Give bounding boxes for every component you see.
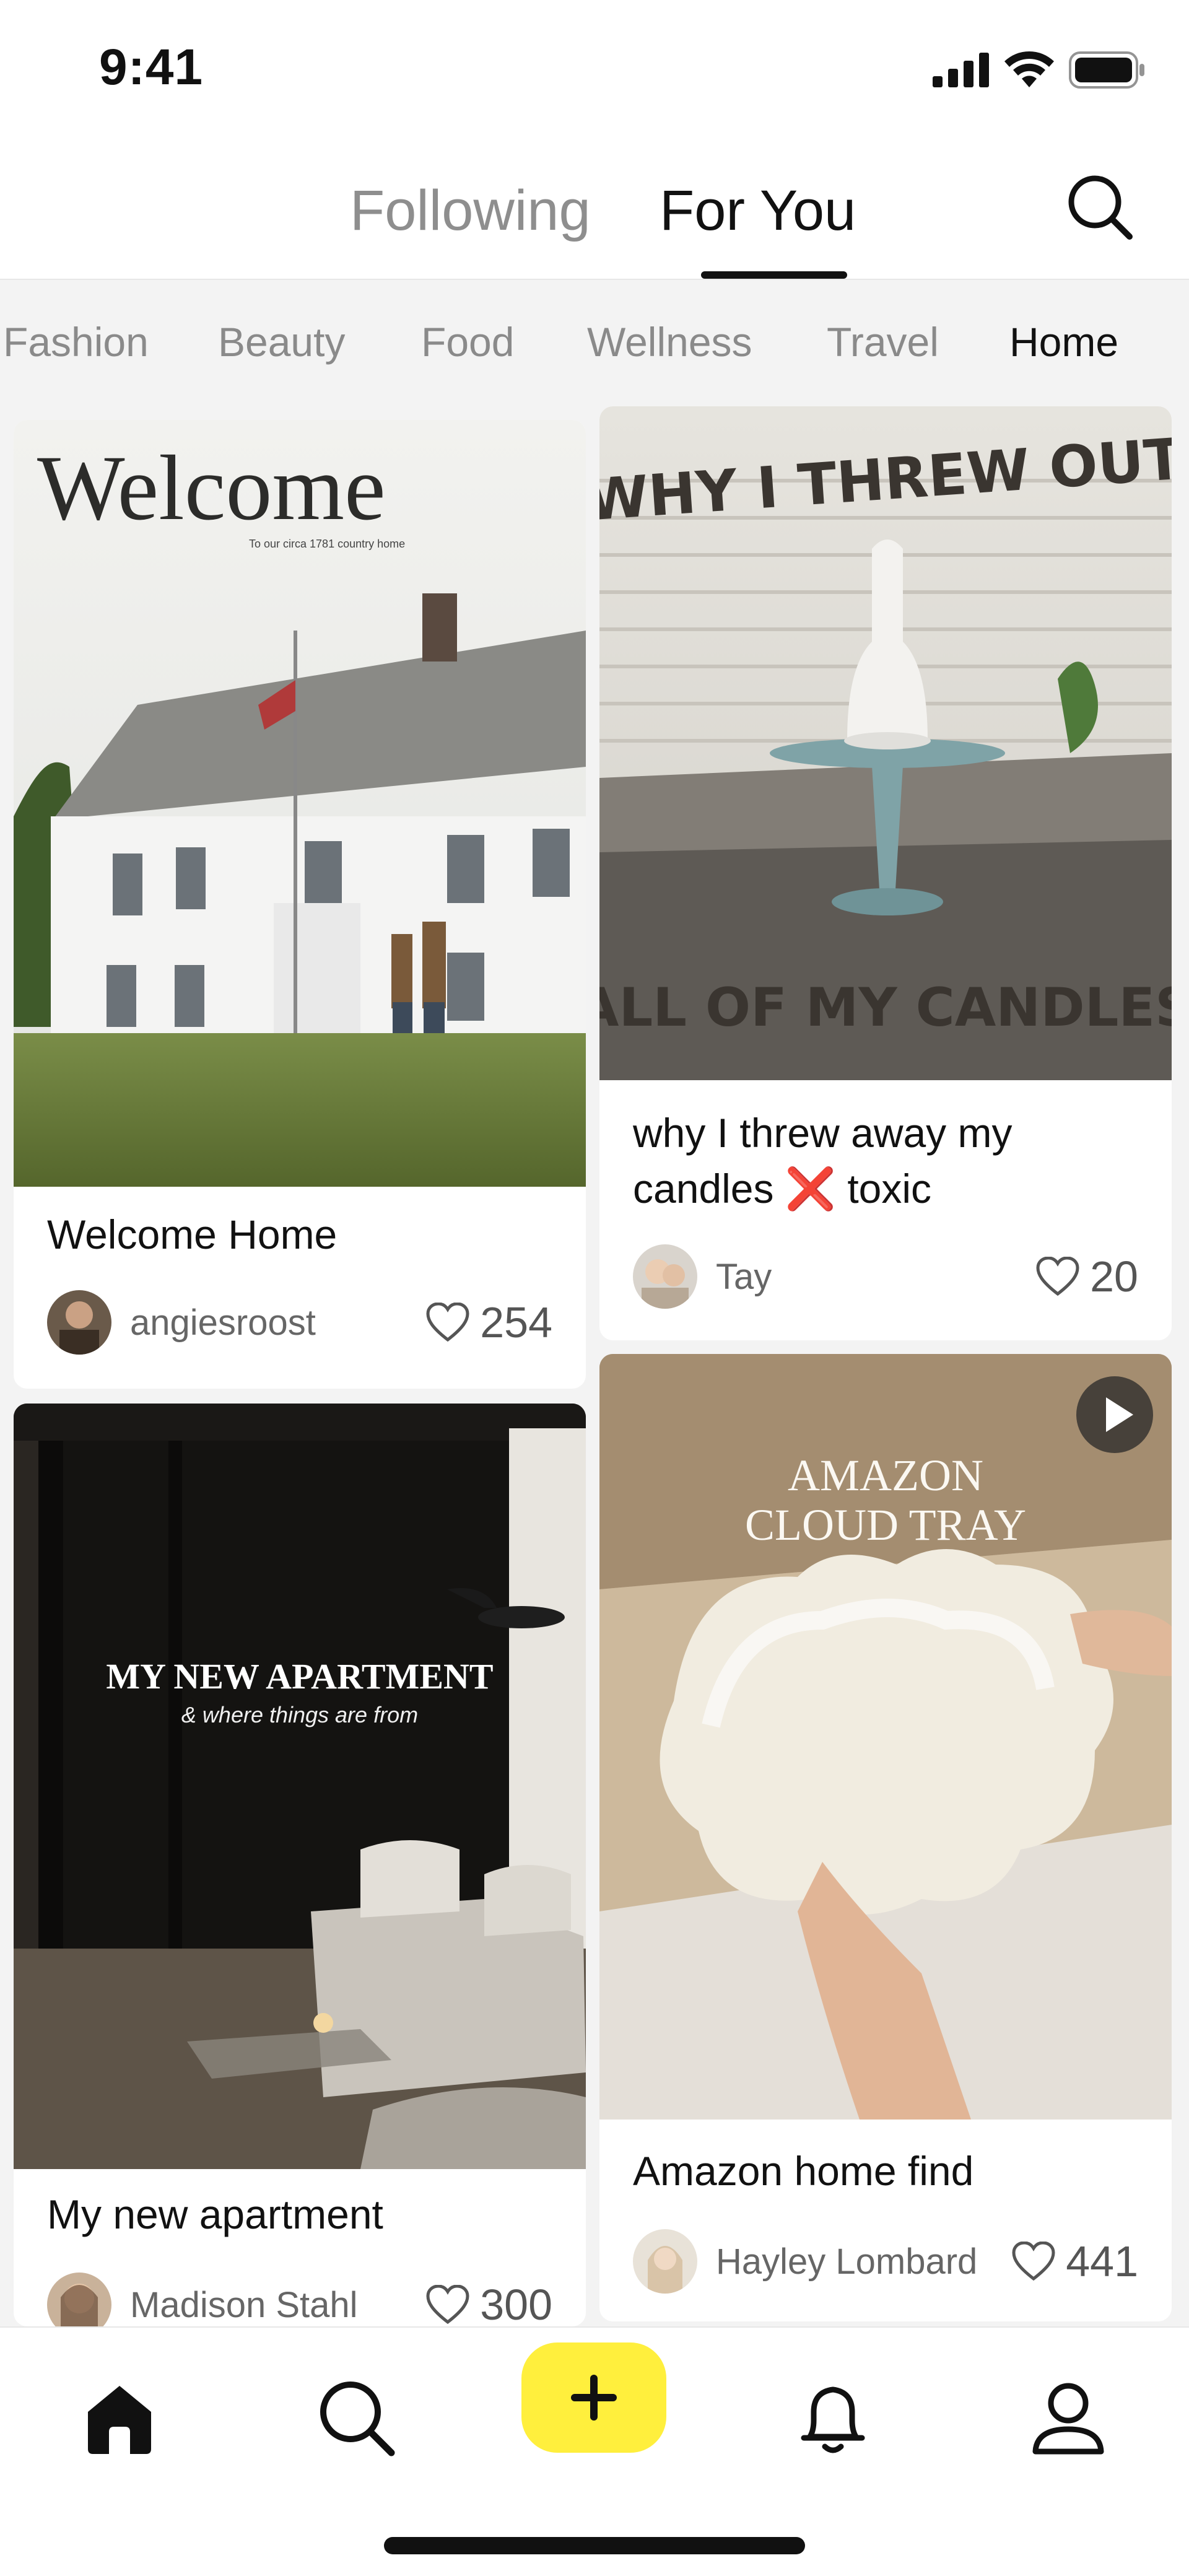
category-beauty[interactable]: Beauty — [218, 318, 345, 365]
profile-icon[interactable] — [1028, 2377, 1108, 2458]
heart-icon — [426, 2285, 469, 2325]
signal-icon — [933, 53, 989, 87]
avatar[interactable] — [633, 2229, 697, 2294]
avatar[interactable] — [633, 1244, 697, 1309]
home-indicator — [384, 2537, 805, 2554]
username[interactable]: angiesroost — [130, 1302, 316, 1343]
status-bar: 9:41 — [0, 0, 1189, 142]
post-image: WHY I THREW OUT ALL OF MY CANDLES — [599, 406, 1172, 1080]
avatar[interactable] — [47, 2273, 111, 2326]
post-meta: Hayley Lombard 441 — [633, 2227, 1138, 2295]
category-wellness[interactable]: Wellness — [587, 318, 752, 365]
post-card[interactable]: MY NEW APARTMENT & where things are from… — [14, 1404, 586, 2326]
like-button[interactable]: 254 — [425, 1298, 552, 1347]
overlay-subtext: To our circa 1781 country home — [249, 538, 405, 550]
post-title: Amazon home find — [633, 2148, 974, 2194]
category-food[interactable]: Food — [421, 318, 514, 365]
avatar[interactable] — [47, 1290, 111, 1355]
play-icon — [1106, 1397, 1133, 1432]
post-title: My new apartment — [47, 2191, 383, 2237]
overlay-text-line1: AMAZON — [788, 1451, 983, 1500]
category-travel[interactable]: Travel — [827, 318, 939, 365]
overlay-subtext: & where things are from — [181, 1702, 418, 1727]
overlay-text: MY NEW APARTMENT — [106, 1656, 493, 1696]
category-fashion[interactable]: Fashion — [3, 318, 149, 365]
post-meta: Madison Stahl 300 — [47, 2271, 552, 2326]
heart-icon — [426, 1303, 469, 1342]
like-count: 20 — [1090, 1252, 1138, 1301]
post-meta: Tay 20 — [633, 1242, 1138, 1311]
active-tab-indicator — [701, 271, 847, 279]
post-card[interactable]: WHY I THREW OUT ALL OF MY CANDLES why I … — [599, 406, 1172, 1340]
like-count: 254 — [480, 1298, 552, 1347]
plus-icon — [571, 2375, 617, 2421]
battery-icon — [1069, 51, 1144, 89]
heart-icon — [1012, 2242, 1055, 2281]
bell-icon[interactable] — [793, 2377, 873, 2458]
wifi-icon — [1004, 51, 1054, 87]
post-card[interactable]: AMAZON CLOUD TRAY Amazon home find Hayle… — [599, 1354, 1172, 2321]
post-image: AMAZON CLOUD TRAY — [599, 1354, 1172, 2120]
video-play-button[interactable] — [1076, 1376, 1153, 1453]
username[interactable]: Hayley Lombard — [716, 2241, 977, 2282]
bottom-navigation — [0, 2326, 1189, 2576]
like-button[interactable]: 300 — [425, 2280, 552, 2326]
like-button[interactable]: 20 — [1035, 1252, 1138, 1301]
username[interactable]: Tay — [716, 1256, 772, 1298]
like-count: 300 — [480, 2281, 552, 2326]
home-icon[interactable] — [79, 2377, 160, 2458]
post-meta: angiesroost 254 — [47, 1288, 552, 1356]
post-image: MY NEW APARTMENT & where things are from — [14, 1404, 586, 2169]
overlay-text: Welcome — [37, 437, 386, 539]
like-button[interactable]: 441 — [1011, 2237, 1138, 2286]
search-icon[interactable] — [316, 2377, 396, 2458]
username[interactable]: Madison Stahl — [130, 2284, 358, 2326]
post-card[interactable]: Welcome To our circa 1781 country home W… — [14, 420, 586, 1389]
status-icons — [933, 48, 1146, 92]
overlay-text-line2: CLOUD TRAY — [745, 1500, 1026, 1550]
heart-icon — [1036, 1257, 1079, 1296]
tab-following[interactable]: Following — [350, 180, 591, 242]
post-image: Welcome To our circa 1781 country home — [14, 420, 586, 1187]
search-icon[interactable] — [1065, 172, 1133, 240]
post-title: Welcome Home — [47, 1212, 338, 1257]
category-home[interactable]: Home — [1009, 318, 1118, 365]
tab-for-you[interactable]: For You — [660, 180, 856, 242]
status-time: 9:41 — [99, 39, 204, 95]
category-bar: Fashion Beauty Food Wellness Travel Home — [0, 280, 1189, 398]
like-count: 441 — [1066, 2237, 1138, 2286]
post-title: why I threw away my candles ❌ toxic — [633, 1110, 1013, 1212]
overlay-text-bottom: ALL OF MY CANDLES — [599, 977, 1172, 1039]
create-post-button[interactable] — [521, 2342, 666, 2453]
top-navigation: Following For You — [0, 142, 1189, 280]
